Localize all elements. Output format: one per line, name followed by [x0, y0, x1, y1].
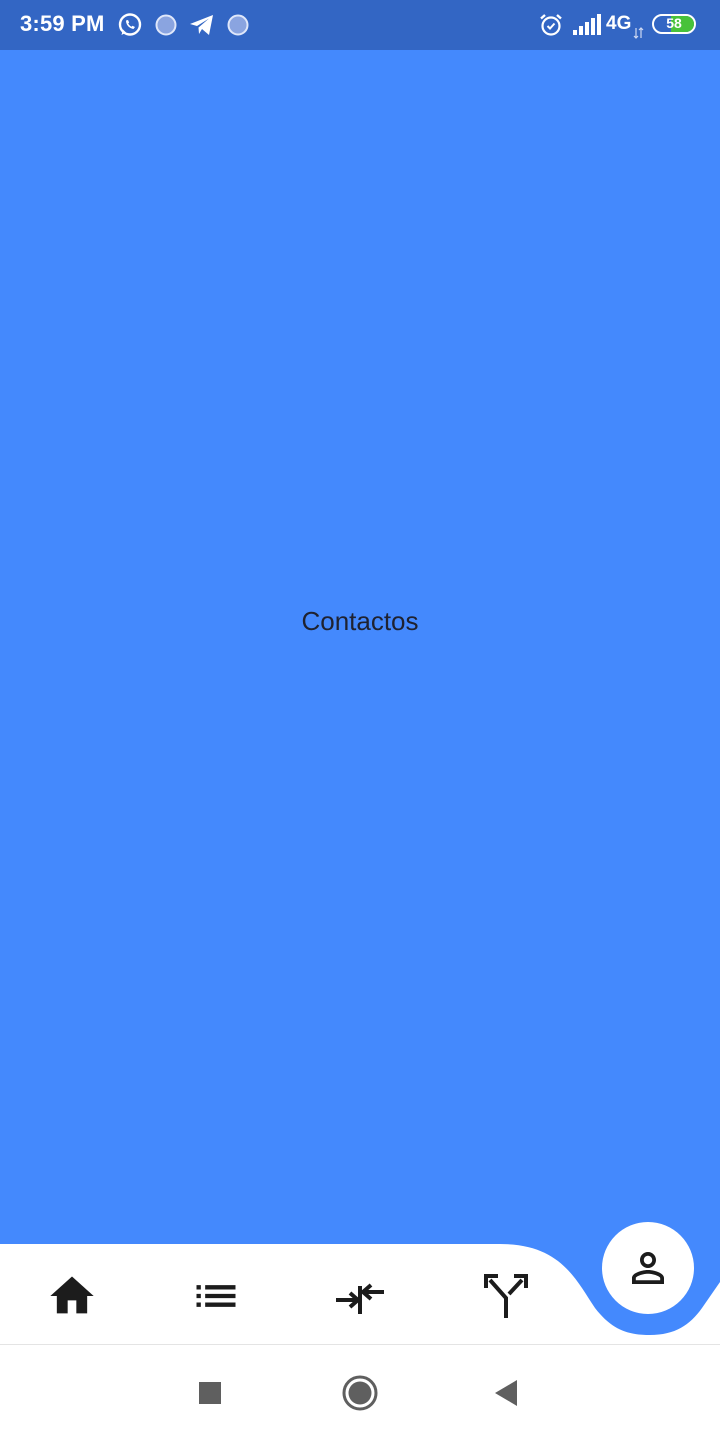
nav-merge[interactable] — [476, 1268, 532, 1324]
system-navigation-bar — [0, 1345, 720, 1440]
status-time: 3:59 PM — [20, 11, 105, 36]
status-bar: 3:59 PM 4G 58 — [0, 0, 720, 50]
nav-home[interactable] — [44, 1268, 100, 1324]
compress-arrows-icon — [336, 1283, 384, 1314]
app-screen: 3:59 PM 4G 58 Contactos — [0, 0, 720, 1440]
home-button[interactable] — [340, 1373, 380, 1413]
main-content: Contactos — [0, 50, 720, 1250]
square-icon — [199, 1382, 221, 1404]
whatsapp-icon — [117, 12, 143, 43]
signal-icon — [572, 14, 602, 41]
page-title: Contactos — [301, 606, 419, 636]
nav-compress[interactable] — [332, 1268, 388, 1324]
battery-icon: 58 — [652, 14, 696, 34]
notification-dot-icon — [227, 14, 249, 41]
telegram-icon — [189, 13, 215, 42]
merge-arrows-icon — [484, 1274, 528, 1318]
alarm-icon — [538, 12, 564, 43]
nav-contacts-active[interactable] — [602, 1222, 694, 1314]
bottom-navigation — [0, 1222, 720, 1344]
notification-dot-icon — [155, 14, 177, 41]
recents-button[interactable] — [190, 1373, 230, 1413]
battery-percent: 58 — [666, 15, 682, 31]
home-icon — [50, 1276, 94, 1314]
network-type: 4G — [606, 13, 632, 34]
list-icon — [196, 1285, 236, 1307]
person-icon — [632, 1252, 664, 1284]
circle-icon — [342, 1375, 378, 1411]
back-button[interactable] — [486, 1373, 526, 1413]
nav-list[interactable] — [188, 1268, 244, 1324]
back-triangle-icon — [495, 1380, 517, 1406]
data-activity-icon — [633, 26, 645, 44]
